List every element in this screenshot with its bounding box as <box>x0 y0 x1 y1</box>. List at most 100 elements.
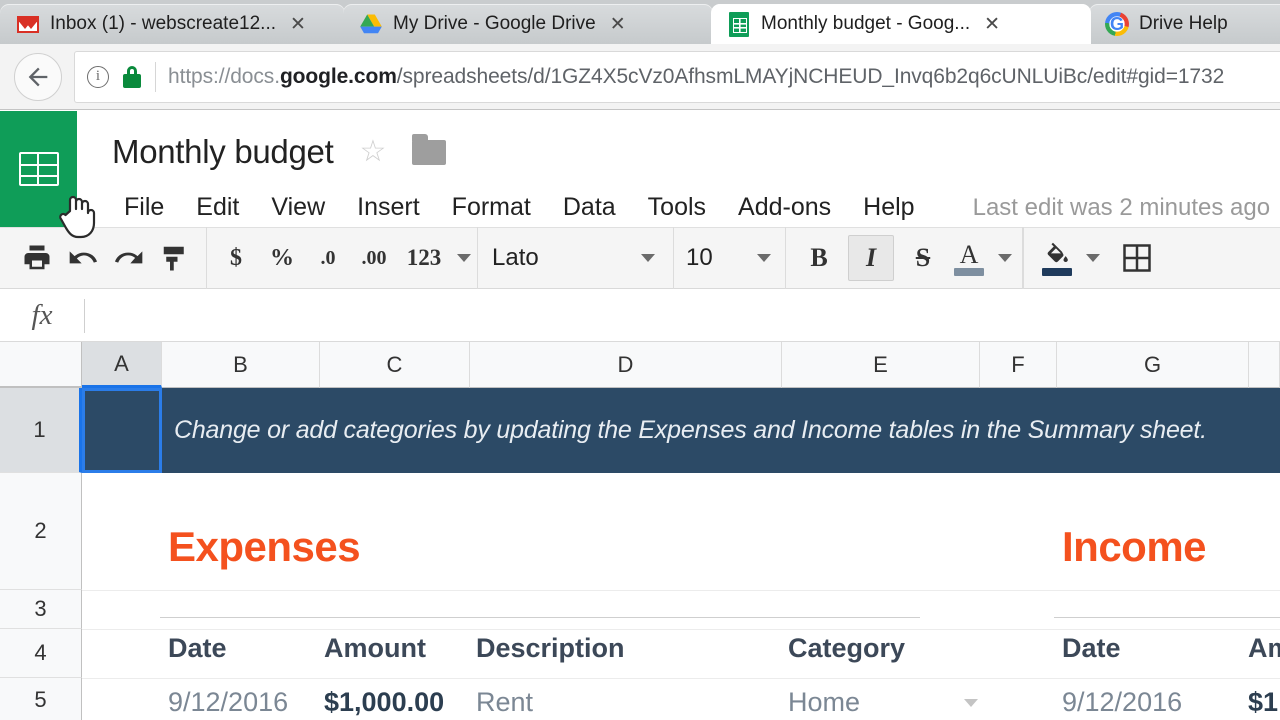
grid-row-divider <box>82 678 1280 679</box>
budget-tables: Expenses Date Amount Description Categor… <box>82 473 1280 720</box>
secure-lock-icon[interactable] <box>123 65 141 88</box>
sheets-toolbar: $ % .0 .00 123 Lato 10 B I S A <box>0 227 1280 289</box>
more-formats-button[interactable]: 123 <box>397 235 451 281</box>
address-bar-url: https://docs.google.com/spreadsheets/d/1… <box>168 65 1224 89</box>
browser-tab-title: Monthly budget - Goog... <box>761 13 971 34</box>
row-header-column: 1 2 3 4 5 <box>0 388 82 720</box>
column-header-g[interactable]: G <box>1057 342 1249 388</box>
font-family-selector[interactable]: Lato <box>478 227 674 289</box>
google-icon <box>1105 12 1129 36</box>
font-size-selector[interactable]: 10 <box>674 227 786 289</box>
row-header-2[interactable]: 2 <box>0 473 82 590</box>
bold-button[interactable]: B <box>796 235 842 281</box>
browser-tab-monthly-budget[interactable]: Monthly budget - Goog... ✕ <box>711 4 1091 44</box>
expenses-cell-category[interactable]: Home <box>788 687 860 718</box>
expenses-header-amount[interactable]: Amount <box>324 633 426 664</box>
back-arrow-icon[interactable] <box>14 52 62 101</box>
browser-tab-my-drive[interactable]: My Drive - Google Drive ✕ <box>343 4 713 44</box>
menu-item-insert[interactable]: Insert <box>341 189 436 226</box>
income-header-date[interactable]: Date <box>1062 633 1121 664</box>
menu-item-help[interactable]: Help <box>847 189 930 226</box>
close-icon[interactable]: ✕ <box>984 14 1000 34</box>
print-icon[interactable] <box>14 235 60 281</box>
income-cell-date[interactable]: 9/12/2016 <box>1062 687 1182 718</box>
menu-item-addons[interactable]: Add-ons <box>722 189 847 226</box>
active-cell-a1[interactable] <box>82 388 162 473</box>
column-header-d[interactable]: D <box>470 342 782 388</box>
menu-item-edit[interactable]: Edit <box>180 189 255 226</box>
expenses-header-date[interactable]: Date <box>168 633 227 664</box>
redo-icon[interactable] <box>106 235 152 281</box>
text-color-swatch <box>954 268 984 276</box>
omnibox-divider <box>155 61 156 92</box>
browser-tab-title: Drive Help <box>1139 13 1228 34</box>
column-header-e[interactable]: E <box>782 342 980 388</box>
decrease-decimal-button[interactable]: .0 <box>305 235 351 281</box>
chevron-down-icon[interactable] <box>757 254 771 262</box>
document-title-row: Monthly budget ☆ <box>112 133 447 171</box>
text-color-button[interactable]: A <box>946 235 992 281</box>
gmail-icon <box>16 12 40 36</box>
browser-tab-gmail[interactable]: Inbox (1) - webscreate12... ✕ <box>0 4 345 44</box>
menu-item-tools[interactable]: Tools <box>632 189 722 226</box>
select-all-corner[interactable] <box>0 342 82 388</box>
column-header-b[interactable]: B <box>162 342 320 388</box>
borders-icon[interactable] <box>1114 235 1160 281</box>
menu-item-format[interactable]: Format <box>436 189 547 226</box>
chevron-down-icon[interactable] <box>998 254 1012 262</box>
category-dropdown-caret-icon[interactable] <box>964 699 978 707</box>
formula-input[interactable] <box>85 290 1280 341</box>
expenses-header-description[interactable]: Description <box>476 633 625 664</box>
format-currency-button[interactable]: $ <box>213 235 259 281</box>
expenses-header-category[interactable]: Category <box>788 633 905 664</box>
font-family-value: Lato <box>492 244 539 271</box>
move-to-folder-icon[interactable] <box>412 133 447 165</box>
expenses-cell-date[interactable]: 9/12/2016 <box>168 687 288 718</box>
menu-item-view[interactable]: View <box>255 189 341 226</box>
income-title[interactable]: Income <box>1062 523 1207 571</box>
row-header-4[interactable]: 4 <box>0 629 82 678</box>
close-icon[interactable]: ✕ <box>610 14 626 34</box>
formula-fx-label: fx <box>31 299 53 331</box>
close-icon[interactable]: ✕ <box>290 14 306 34</box>
column-header-c[interactable]: C <box>320 342 470 388</box>
url-domain: google.com <box>279 64 397 88</box>
chevron-down-icon[interactable] <box>1086 254 1100 262</box>
undo-icon[interactable] <box>60 235 106 281</box>
chevron-down-icon[interactable] <box>457 254 471 262</box>
row-header-5[interactable]: 5 <box>0 678 82 720</box>
column-header-a[interactable]: A <box>82 342 162 388</box>
italic-button[interactable]: I <box>848 235 894 281</box>
spreadsheet-grid: A B C D E F G 1 2 3 4 5 Change or add ca… <box>0 342 1280 720</box>
column-header-f[interactable]: F <box>980 342 1057 388</box>
format-percent-button[interactable]: % <box>259 235 305 281</box>
grid-row-divider <box>82 629 1280 630</box>
star-icon[interactable]: ☆ <box>359 137 386 167</box>
row-header-3[interactable]: 3 <box>0 590 82 629</box>
page-info-icon[interactable]: i <box>87 65 109 88</box>
menu-item-file[interactable]: File <box>108 189 180 226</box>
strikethrough-button[interactable]: S <box>900 235 946 281</box>
expenses-cell-amount[interactable]: $1,000.00 <box>324 687 444 718</box>
fill-color-icon[interactable] <box>1034 235 1080 281</box>
address-bar[interactable]: i https://docs.google.com/spreadsheets/d… <box>74 50 1280 103</box>
paint-format-icon[interactable] <box>152 235 198 281</box>
sheets-header: Monthly budget ☆ File Edit View Insert F… <box>0 111 1280 239</box>
chevron-down-icon[interactable] <box>641 254 655 262</box>
page-title[interactable]: Monthly budget <box>112 133 334 171</box>
banner-row-1: Change or add categories by updating the… <box>82 388 1280 473</box>
income-header-amount[interactable]: Amount <box>1248 633 1280 664</box>
income-cell-amount[interactable]: $1 <box>1248 687 1278 718</box>
last-edit-status[interactable]: Last edit was 2 minutes ago <box>973 194 1271 222</box>
increase-decimal-button[interactable]: .00 <box>351 235 397 281</box>
expenses-title[interactable]: Expenses <box>168 523 361 571</box>
browser-tab-title: Inbox (1) - webscreate12... <box>50 13 276 34</box>
browser-tab-drive-help[interactable]: Drive Help <box>1089 4 1280 44</box>
menu-item-data[interactable]: Data <box>547 189 632 226</box>
google-sheets-logo[interactable] <box>0 111 77 227</box>
banner-instruction-text[interactable]: Change or add categories by updating the… <box>162 416 1207 445</box>
expenses-cell-description[interactable]: Rent <box>476 687 533 718</box>
row-header-1[interactable]: 1 <box>0 388 82 473</box>
url-path: /spreadsheets/d/1GZ4X5cVz0AfhsmLMAYjNCHE… <box>396 64 1225 88</box>
column-header-h-partial[interactable] <box>1249 342 1280 388</box>
